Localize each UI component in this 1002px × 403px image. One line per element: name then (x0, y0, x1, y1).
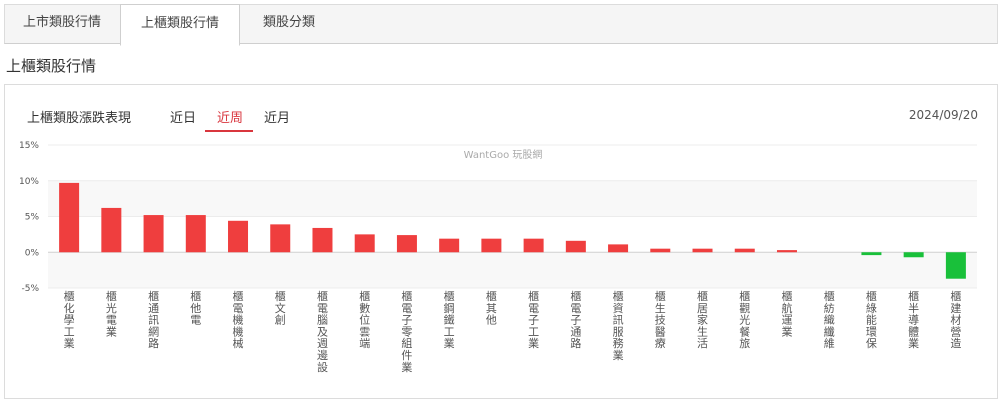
category-label-char: 旅 (739, 336, 750, 350)
y-tick-label: -5% (21, 284, 39, 294)
bar (439, 238, 460, 253)
category-label-char: 業 (444, 337, 455, 350)
category-label-char: 業 (781, 325, 792, 338)
plot-band (48, 180, 977, 217)
category-label-char: 路 (148, 337, 159, 350)
category-label-char: 電 (190, 314, 201, 327)
category-label-char: 維 (824, 337, 835, 350)
bar (608, 244, 629, 253)
bar (101, 207, 122, 253)
bar (945, 252, 966, 279)
bar (228, 220, 249, 253)
category-label-char: 端 (359, 337, 370, 350)
plot-band (48, 252, 977, 288)
category-tabbar: 上市類股行情 上櫃類股行情 類股分類 (4, 4, 998, 46)
watermark: WantGoo 玩股網 (464, 148, 543, 161)
category-label-char: 路 (570, 337, 581, 350)
category-label-char: 業 (613, 349, 624, 362)
bar (523, 238, 544, 253)
category-label-char: 械 (233, 336, 244, 350)
bar (692, 248, 713, 253)
bar (312, 227, 333, 253)
bar (270, 224, 291, 253)
category-label-char: 業 (64, 337, 75, 350)
y-tick-label: 10% (19, 177, 39, 187)
bar (903, 252, 924, 258)
category-label-char: 保 (866, 336, 877, 350)
bar (776, 250, 797, 253)
y-tick-label: 0% (25, 248, 40, 258)
bar (143, 215, 164, 253)
category-label-char: 業 (106, 325, 117, 338)
bar (861, 252, 882, 256)
y-tick-label: 15% (19, 141, 39, 151)
category-label-char: 造 (950, 336, 961, 350)
bar (185, 215, 206, 253)
tab-listed-sectors[interactable]: 上市類股行情 (5, 4, 119, 45)
category-label-char: 業 (401, 361, 412, 374)
bar (396, 235, 417, 253)
sector-bar-chart: 15%10%5%0%-5%WantGoo 玩股網櫃化學工業櫃光電業櫃通訊網路櫃他… (19, 141, 977, 374)
category-label-char: 他 (486, 314, 497, 327)
tab-otc-sectors[interactable]: 上櫃類股行情 (120, 4, 240, 46)
y-tick-label: 5% (25, 213, 40, 223)
bar (354, 234, 375, 253)
sector-performance-panel: 上櫃類股漲跌表現 近日 近周 近月 2024/09/20 15% 10% 5% 0% -… (4, 84, 998, 399)
bar (565, 240, 586, 253)
category-label-char: 業 (528, 337, 539, 350)
bar (734, 248, 755, 253)
page-title: 上櫃類股行情 (6, 57, 97, 75)
bar (650, 248, 671, 253)
category-label-char: 設 (317, 360, 328, 374)
category-label-char: 活 (697, 337, 708, 350)
bar (481, 238, 502, 253)
category-label-char: 創 (275, 313, 286, 327)
category-label-char: 療 (655, 336, 666, 350)
bar (59, 182, 80, 253)
tab-sector-classification[interactable]: 類股分類 (241, 4, 337, 45)
category-label-char: 業 (908, 337, 919, 350)
